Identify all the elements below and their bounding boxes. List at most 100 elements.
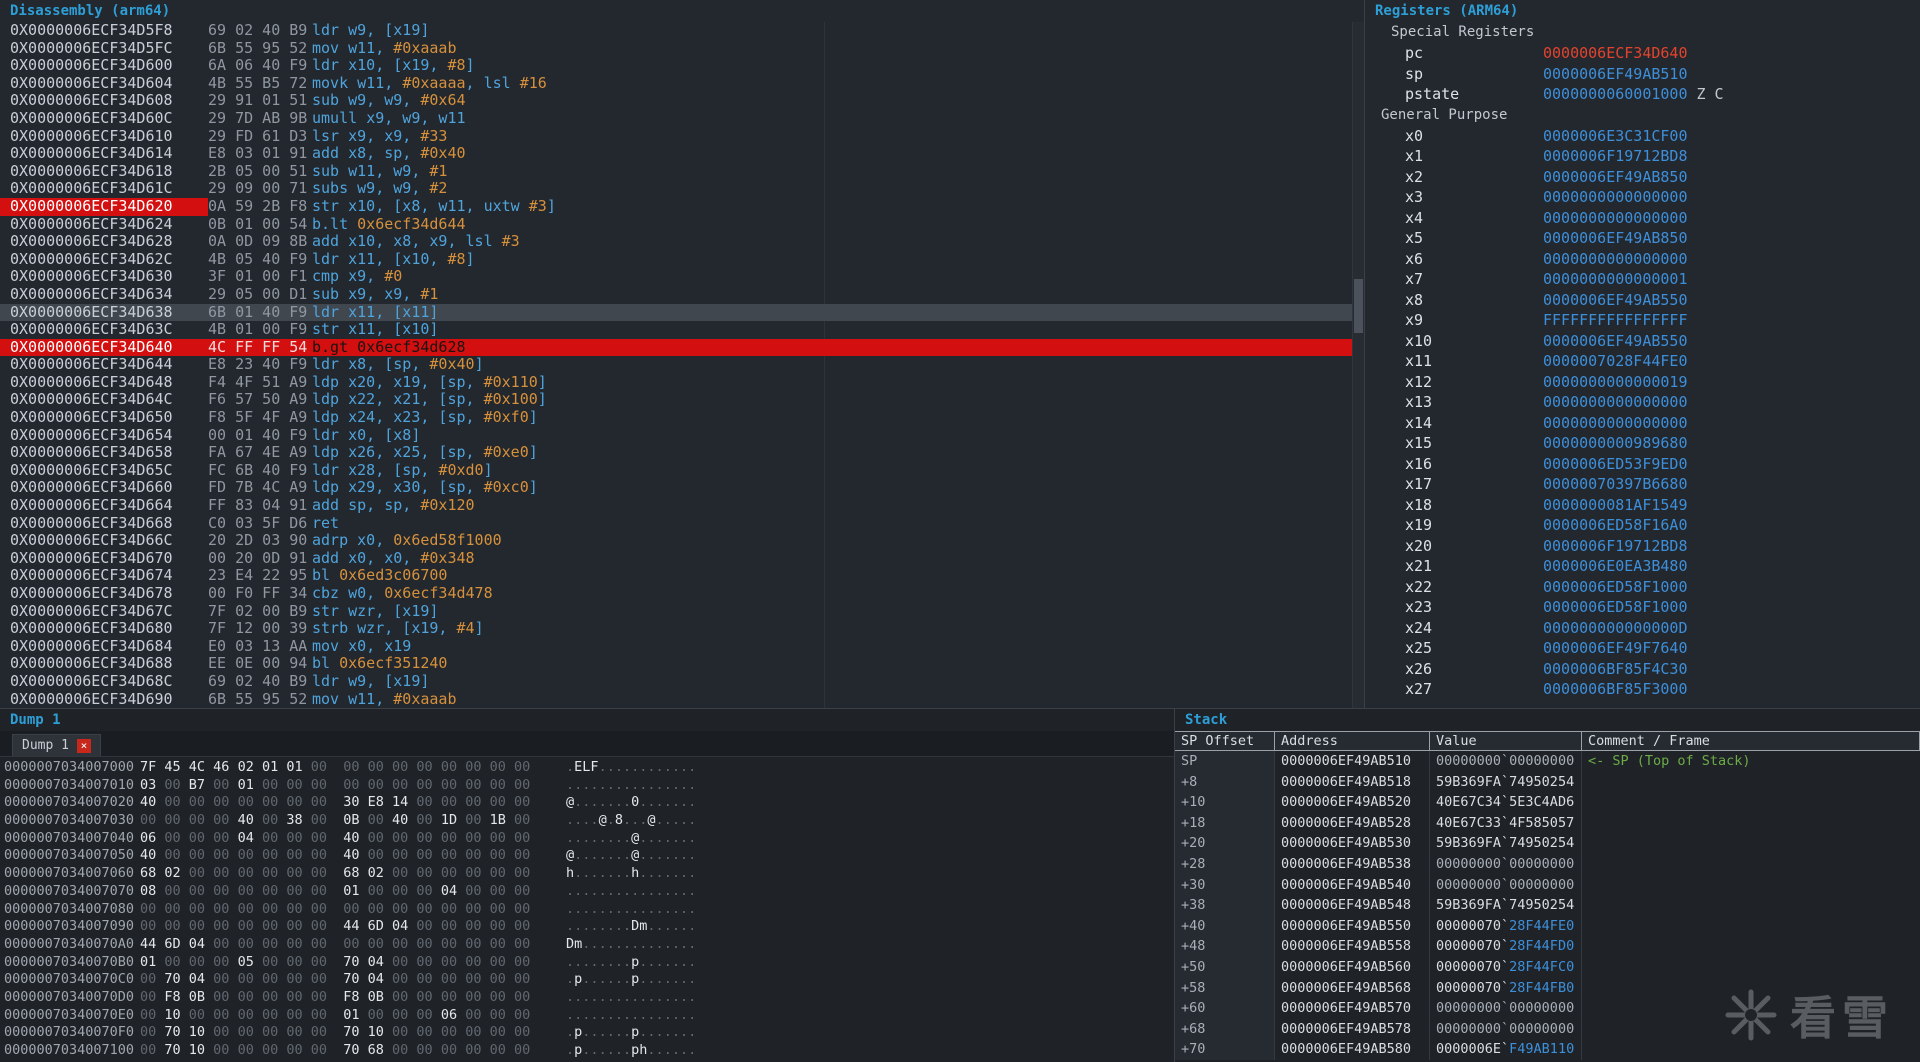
disassembly-row[interactable]: 0X0000006ECF34D664 FF 83 04 91 add sp, sp,… [0, 496, 1353, 515]
stack-value[interactable]: 0000006E`F49AB110 [1430, 1039, 1582, 1060]
stack-row[interactable]: +58 0000006EF49AB568 00000070`28F44FB0 [1175, 977, 1920, 999]
stack-row[interactable]: +40 0000006EF49AB550 00000070`28F44FE0 [1175, 915, 1920, 937]
disassembly-row[interactable]: 0X0000006ECF34D68C 69 02 40 B9 ldr w9, [x1… [0, 672, 1353, 691]
disassembly-row[interactable]: 0X0000006ECF34D658 FA 67 4E A9 ldp x26, x2… [0, 443, 1353, 462]
stack-value[interactable]: 00000000`00000000 [1430, 751, 1582, 772]
register-value[interactable]: 0000006BF85F3000 [1543, 679, 1688, 700]
stack-value[interactable]: 00000000`00000000 [1430, 853, 1582, 875]
register-row[interactable]: x4 0000000000000000 [1365, 208, 1920, 229]
tab-close-icon[interactable]: × [76, 738, 91, 753]
register-value[interactable]: 0000000000000000 [1543, 208, 1688, 229]
register-row[interactable]: x1 0000006F19712BD8 [1365, 146, 1920, 167]
register-row[interactable]: x12 0000000000000019 [1365, 372, 1920, 393]
stack-row[interactable]: +10 0000006EF49AB520 40E67C34`5E3C4AD6 [1175, 792, 1920, 813]
register-value[interactable]: 0000006ED58F1000 [1543, 577, 1688, 598]
register-row[interactable]: pc 0000006ECF34D640 [1365, 43, 1920, 64]
register-row[interactable]: x25 0000006EF49F7640 [1365, 638, 1920, 659]
disassembly-row[interactable]: 0X0000006ECF34D5F8 69 02 40 B9 ldr w9, [x1… [0, 22, 1353, 40]
stack-row[interactable]: +60 0000006EF49AB570 00000000`00000000 [1175, 998, 1920, 1019]
disassembly-row[interactable]: 0X0000006ECF34D630 3F 01 00 F1 cmp x9, #0 [0, 268, 1353, 286]
register-value[interactable]: 0000006ED58F1000 [1543, 597, 1688, 618]
register-value[interactable]: 0000006BF85F4C30 [1543, 659, 1688, 680]
disassembly-row[interactable]: 0X0000006ECF34D66C 20 2D 03 90 adrp x0, 0x… [0, 531, 1353, 550]
dump-row[interactable]: 0000007034007070 08 00 00 00 00 00 00 00 … [0, 883, 1174, 901]
register-value[interactable]: 0000000000000001 [1543, 269, 1688, 290]
disassembly-row[interactable]: 0X0000006ECF34D65C FC 6B 40 F9 ldr x28, [s… [0, 461, 1353, 480]
dump-row[interactable]: 00000070340070A0 44 6D 04 00 00 00 00 00 … [0, 936, 1174, 954]
register-value[interactable]: 0000000000000000 [1543, 187, 1688, 208]
disassembly-row[interactable]: 0X0000006ECF34D684 E0 03 13 AA mov x0, x19 [0, 637, 1353, 656]
disassembly-row[interactable]: 0X0000006ECF34D644 E8 23 40 F9 ldr x8, [sp… [0, 355, 1353, 374]
disassembly-row[interactable]: 0X0000006ECF34D614 E8 03 01 91 add x8, sp,… [0, 144, 1353, 163]
dump-row[interactable]: 0000007034007050 40 00 00 00 00 00 00 00 … [0, 847, 1174, 865]
stack-row[interactable]: +70 0000006EF49AB580 0000006E`F49AB110 [1175, 1039, 1920, 1060]
dump-row[interactable]: 0000007034007010 03 00 B7 00 01 00 00 00 … [0, 777, 1174, 795]
register-row[interactable]: x15 0000000000989680 [1365, 433, 1920, 454]
stack-row[interactable]: +28 0000006EF49AB538 00000000`00000000 [1175, 853, 1920, 875]
dump-row[interactable]: 0000007034007030 00 00 00 00 40 00 38 00 … [0, 812, 1174, 830]
register-row[interactable]: x18 0000000081AF1549 [1365, 495, 1920, 516]
dump-row[interactable]: 0000007034007080 00 00 00 00 00 00 00 00 … [0, 901, 1174, 919]
register-row[interactable]: x9 FFFFFFFFFFFFFFFF [1365, 310, 1920, 331]
register-value[interactable]: FFFFFFFFFFFFFFFF [1543, 310, 1688, 331]
register-value[interactable]: 0000000060001000 [1543, 84, 1688, 105]
disassembly-row[interactable]: 0X0000006ECF34D63C 4B 01 00 F9 str x11, [x… [0, 320, 1353, 339]
stack-row[interactable]: +30 0000006EF49AB540 00000000`00000000 [1175, 874, 1920, 896]
stack-value[interactable]: 00000070`28F44FD0 [1430, 936, 1582, 957]
disassembly-row[interactable]: 0X0000006ECF34D64C F6 57 50 A9 ldp x22, x2… [0, 391, 1353, 409]
stack-row[interactable]: +68 0000006EF49AB578 00000000`00000000 [1175, 1018, 1920, 1040]
disassembly-row[interactable]: 0X0000006ECF34D638 6B 01 40 F9 ldr x11, [x… [0, 303, 1353, 322]
register-row[interactable]: x5 0000006EF49AB850 [1365, 228, 1920, 249]
register-value[interactable]: 00000070397B6680 [1543, 474, 1688, 495]
disassembly-row[interactable]: 0X0000006ECF34D608 29 91 01 51 sub w9, w9,… [0, 92, 1353, 110]
disassembly-row[interactable]: 0X0000006ECF34D61C 29 09 00 71 subs w9, w9… [0, 180, 1353, 198]
register-row[interactable]: x8 0000006EF49AB550 [1365, 290, 1920, 311]
register-value[interactable]: 0000006ED58F16A0 [1543, 515, 1688, 536]
register-value[interactable]: 0000006EF49AB510 [1543, 64, 1688, 85]
register-value[interactable]: 0000006ED53F9ED0 [1543, 454, 1688, 475]
register-row[interactable]: x11 0000007028F44FE0 [1365, 351, 1920, 372]
stack-value[interactable]: 00000000`00000000 [1430, 874, 1582, 896]
disassembly-row[interactable]: 0X0000006ECF34D648 F4 4F 51 A9 ldp x20, x1… [0, 373, 1353, 392]
register-row[interactable]: x27 0000006BF85F3000 [1365, 679, 1920, 700]
register-value[interactable]: 0000006EF49AB850 [1543, 167, 1688, 188]
register-value[interactable]: 0000006E3C31CF00 [1543, 126, 1688, 147]
disassembly-row[interactable]: 0X0000006ECF34D688 EE 0E 00 94 bl 0x6ecf35… [0, 655, 1353, 673]
dump-row[interactable]: 0000007034007040 06 00 00 00 04 00 00 00 … [0, 830, 1174, 848]
register-value[interactable]: 0000000000989680 [1543, 433, 1688, 454]
register-value[interactable]: 0000000000000019 [1543, 372, 1688, 393]
stack-row[interactable]: SP 0000006EF49AB510 00000000`00000000 <- SP… [1175, 751, 1920, 772]
dump-row[interactable]: 0000007034007100 00 70 10 00 00 00 00 00 … [0, 1042, 1174, 1060]
stack-value[interactable]: 00000070`28F44FB0 [1430, 977, 1582, 999]
dump-row[interactable]: 00000070340070B0 01 00 00 00 05 00 00 00 … [0, 954, 1174, 972]
stack-row[interactable]: +50 0000006EF49AB560 00000070`28F44FC0 [1175, 956, 1920, 978]
register-value[interactable]: 0000006EF49F7640 [1543, 638, 1688, 659]
register-row[interactable]: x22 0000006ED58F1000 [1365, 577, 1920, 598]
dump-row[interactable]: 00000070340070F0 00 70 10 00 00 00 00 00 … [0, 1024, 1174, 1042]
disassembly-row[interactable]: 0X0000006ECF34D654 00 01 40 F9 ldr x0, [x8… [0, 426, 1353, 445]
stack-value[interactable]: 00000000`00000000 [1430, 1018, 1582, 1040]
register-row[interactable]: x3 0000000000000000 [1365, 187, 1920, 208]
register-row[interactable]: x14 0000000000000000 [1365, 413, 1920, 434]
register-row[interactable]: pstate 0000000060001000 Z C [1365, 84, 1920, 105]
register-row[interactable]: x17 00000070397B6680 [1365, 474, 1920, 495]
register-value[interactable]: 0000006ECF34D640 [1543, 43, 1688, 64]
disassembly-row[interactable]: 0X0000006ECF34D650 F8 5F 4F A9 ldp x24, x2… [0, 408, 1353, 427]
stack-value[interactable]: 59B369FA`74950254 [1430, 833, 1582, 854]
register-row[interactable]: x6 0000000000000000 [1365, 249, 1920, 270]
stack-value[interactable]: 00000070`28F44FC0 [1430, 956, 1582, 978]
disassembly-row[interactable]: 0X0000006ECF34D618 2B 05 00 51 sub w11, w9… [0, 162, 1353, 181]
register-row[interactable]: x16 0000006ED53F9ED0 [1365, 454, 1920, 475]
stack-row[interactable]: +48 0000006EF49AB558 00000070`28F44FD0 [1175, 936, 1920, 957]
register-value[interactable]: 0000006EF49AB550 [1543, 331, 1688, 352]
stack-row[interactable]: +18 0000006EF49AB528 40E67C33`4F585057 [1175, 812, 1920, 834]
register-row[interactable]: x24 000000000000000D [1365, 618, 1920, 639]
disassembly-row[interactable]: 0X0000006ECF34D624 0B 01 00 54 b.lt 0x6ecf… [0, 215, 1353, 234]
register-row[interactable]: x21 0000006E0EA3B480 [1365, 556, 1920, 577]
register-row[interactable]: x23 0000006ED58F1000 [1365, 597, 1920, 618]
disassembly-row[interactable]: 0X0000006ECF34D660 FD 7B 4C A9 ldp x29, x3… [0, 479, 1353, 497]
disassembly-row[interactable]: 0X0000006ECF34D640 4C FF FF 54 b.gt 0x6ecf… [0, 338, 1353, 357]
register-value[interactable]: 0000000000000000 [1543, 413, 1688, 434]
disassembly-row[interactable]: 0X0000006ECF34D610 29 FD 61 D3 lsr x9, x9,… [0, 127, 1353, 146]
register-value[interactable]: 0000006E0EA3B480 [1543, 556, 1688, 577]
